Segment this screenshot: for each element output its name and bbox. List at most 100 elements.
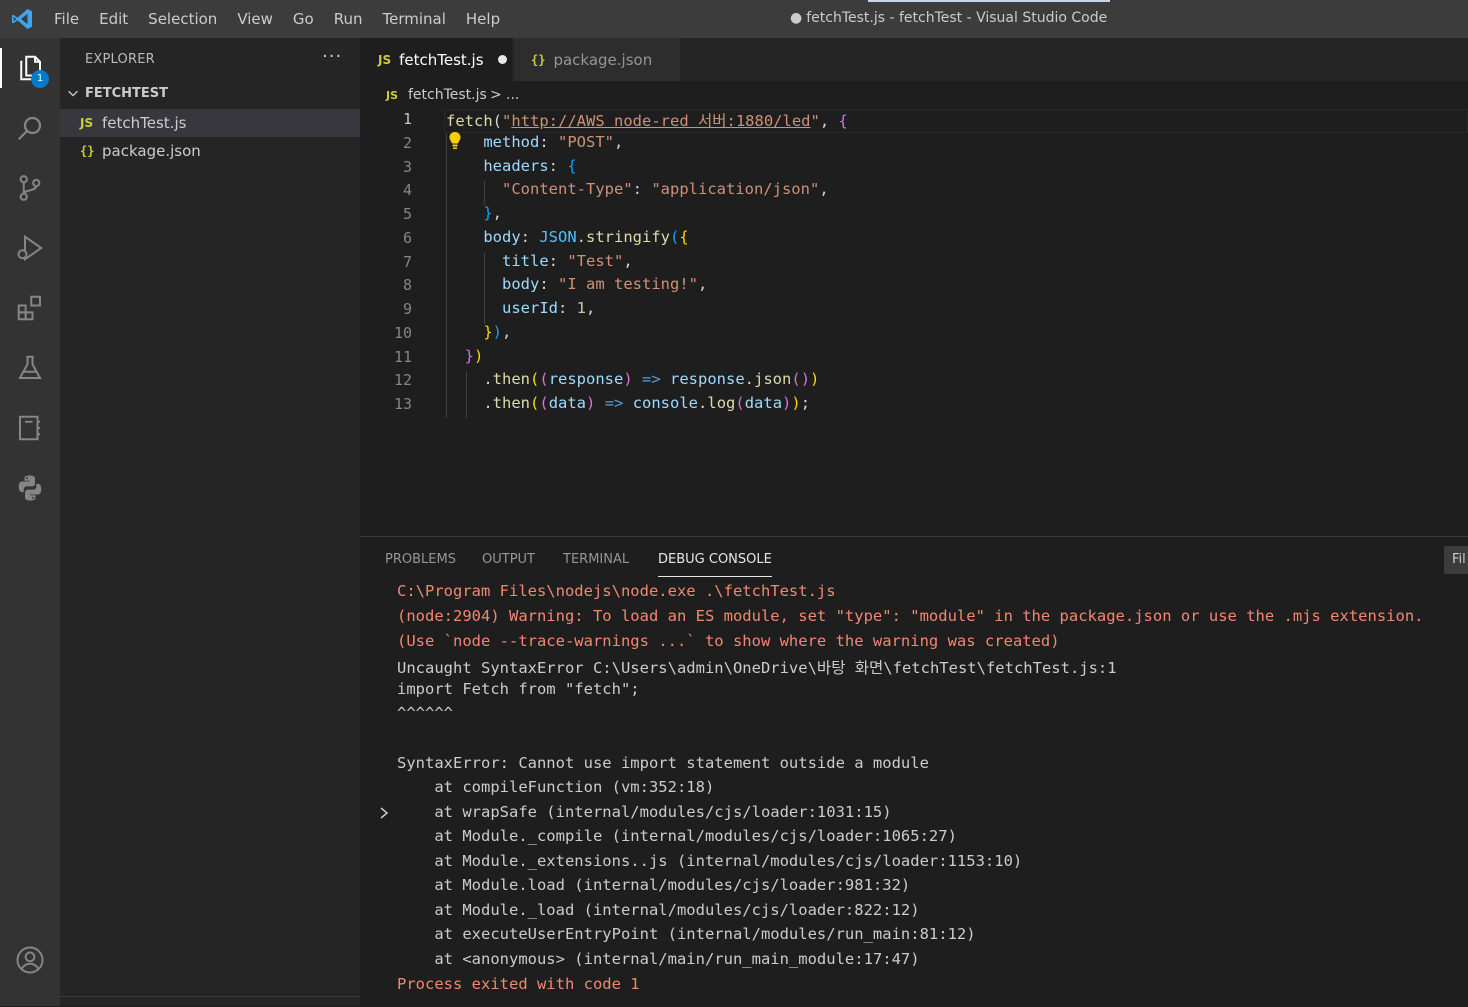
unsaved-dot-icon[interactable]: [497, 55, 507, 64]
chevron-right-icon[interactable]: [378, 805, 390, 821]
line-number: 6: [402, 229, 412, 247]
token: ,: [697, 275, 708, 293]
tab-label: fetchTest.js: [399, 50, 484, 69]
tab-fetchtest-js[interactable]: JS fetchTest.js: [360, 38, 512, 81]
js-file-icon: JS: [80, 116, 94, 130]
code-editor[interactable]: 1 2 3 4 5 6 7 8 9 10 11 12 13 fetch("htt…: [360, 109, 1468, 536]
console-line: Process exited with code 1: [397, 975, 640, 993]
activity-testing[interactable]: [0, 340, 60, 396]
tab-problems[interactable]: PROBLEMS: [385, 552, 456, 576]
menu-view[interactable]: View: [227, 10, 283, 28]
console-line: at <anonymous> (internal/main/run_main_m…: [397, 950, 920, 968]
line-number: 7: [402, 253, 412, 271]
tab-package-json[interactable]: {} package.json: [514, 38, 680, 81]
token: }: [483, 323, 493, 341]
token: method: [483, 133, 540, 151]
run-debug-icon: [17, 234, 44, 262]
token: =>: [595, 394, 633, 412]
more-actions-button[interactable]: ···: [322, 46, 342, 67]
breadcrumb-file[interactable]: fetchTest.js: [408, 87, 487, 103]
token: .: [698, 394, 708, 412]
activity-source-control[interactable]: [0, 160, 60, 216]
title-bar: File Edit Selection View Go Run Terminal…: [0, 0, 1468, 38]
menu-edit[interactable]: Edit: [89, 10, 138, 28]
outline-section-divider: [60, 996, 360, 1007]
unsaved-dot: ●: [790, 10, 803, 26]
token: body: [502, 275, 540, 293]
folder-name: FETCHTEST: [85, 86, 169, 101]
json-file-icon: {}: [80, 144, 95, 158]
account-icon: [16, 946, 44, 974]
menu-file[interactable]: File: [44, 10, 89, 28]
token: }: [483, 204, 493, 222]
tab-label: package.json: [553, 50, 653, 69]
panel-tab-bar: PROBLEMS OUTPUT TERMINAL DEBUG CONSOLE F…: [360, 537, 1468, 581]
code-line-2: method: "POST",: [446, 133, 623, 151]
token: :: [548, 157, 568, 175]
tab-debug-console[interactable]: DEBUG CONSOLE: [658, 552, 772, 577]
token: title: [502, 252, 549, 270]
activity-run-debug[interactable]: [0, 220, 60, 276]
token: JSON: [539, 228, 577, 246]
activity-notebook[interactable]: [0, 400, 60, 456]
token: ,: [502, 323, 512, 341]
code-line-1: fetch("http://AWS node-red 서버:1880/led",…: [446, 109, 848, 131]
menu-terminal[interactable]: Terminal: [373, 10, 456, 28]
notebook-icon: [19, 415, 40, 441]
url-link[interactable]: http://AWS node-red 서버:1880/led: [511, 112, 810, 130]
token: .: [744, 370, 755, 388]
activity-accounts[interactable]: [0, 932, 60, 988]
token: :: [539, 275, 558, 293]
code-line-5: },: [446, 204, 502, 222]
folder-header[interactable]: FETCHTEST: [60, 84, 360, 106]
token: }: [464, 347, 475, 365]
token: ,: [614, 133, 624, 151]
console-line: at compileFunction (vm:352:18): [397, 778, 715, 796]
explorer-sidebar: EXPLORER ··· FETCHTEST JS fetchTest.js {…: [60, 38, 360, 1006]
activity-explorer[interactable]: 1: [0, 40, 60, 96]
token: ): [782, 394, 792, 412]
console-line: at executeUserEntryPoint (internal/modul…: [397, 925, 976, 943]
editor-tab-bar: JS fetchTest.js {} package.json: [360, 38, 1468, 81]
token: "application/json": [651, 180, 820, 198]
token: ,: [623, 252, 633, 270]
token: log: [707, 394, 736, 412]
token: ,: [492, 204, 503, 222]
explorer-badge: 1: [31, 70, 49, 88]
token: json: [754, 370, 792, 388]
token: .: [576, 228, 586, 246]
search-icon: [17, 116, 42, 141]
token: then: [492, 370, 530, 388]
token: :: [548, 252, 568, 270]
file-item-fetchtest[interactable]: JS fetchTest.js: [60, 109, 360, 137]
menu-run[interactable]: Run: [324, 10, 373, 28]
token: "I am testing!": [558, 275, 698, 293]
activity-search[interactable]: [0, 100, 60, 156]
activity-python[interactable]: [0, 460, 60, 516]
token: {: [567, 157, 577, 175]
token: ): [800, 370, 811, 388]
menu-bar: File Edit Selection View Go Run Terminal…: [44, 0, 510, 38]
token: :: [558, 299, 577, 317]
tab-terminal[interactable]: TERMINAL: [563, 552, 629, 576]
console-filter-input[interactable]: Fil: [1444, 546, 1468, 574]
menu-go[interactable]: Go: [283, 10, 324, 28]
activity-extensions[interactable]: [0, 280, 60, 336]
tab-output[interactable]: OUTPUT: [482, 552, 535, 576]
window-title: ● fetchTest.js - fetchTest - Visual Studi…: [790, 10, 1107, 26]
line-number: 11: [393, 348, 412, 366]
console-line: at Module._extensions..js (internal/modu…: [397, 852, 1023, 870]
token: :: [539, 133, 558, 151]
breadcrumb-symbols[interactable]: ...: [506, 87, 519, 103]
line-number: 1: [402, 110, 412, 128]
menu-help[interactable]: Help: [456, 10, 510, 28]
console-line: at Module._compile (internal/modules/cjs…: [397, 827, 957, 845]
console-line: (node:2904) Warning: To load an ES modul…: [397, 607, 1424, 625]
token: ): [586, 394, 596, 412]
code-line-4: "Content-Type": "application/json",: [446, 180, 829, 198]
code-line-3: headers: {: [446, 157, 577, 175]
token: response: [670, 370, 745, 388]
token: .: [483, 370, 493, 388]
file-item-package-json[interactable]: {} package.json: [60, 137, 360, 165]
menu-selection[interactable]: Selection: [138, 10, 227, 28]
